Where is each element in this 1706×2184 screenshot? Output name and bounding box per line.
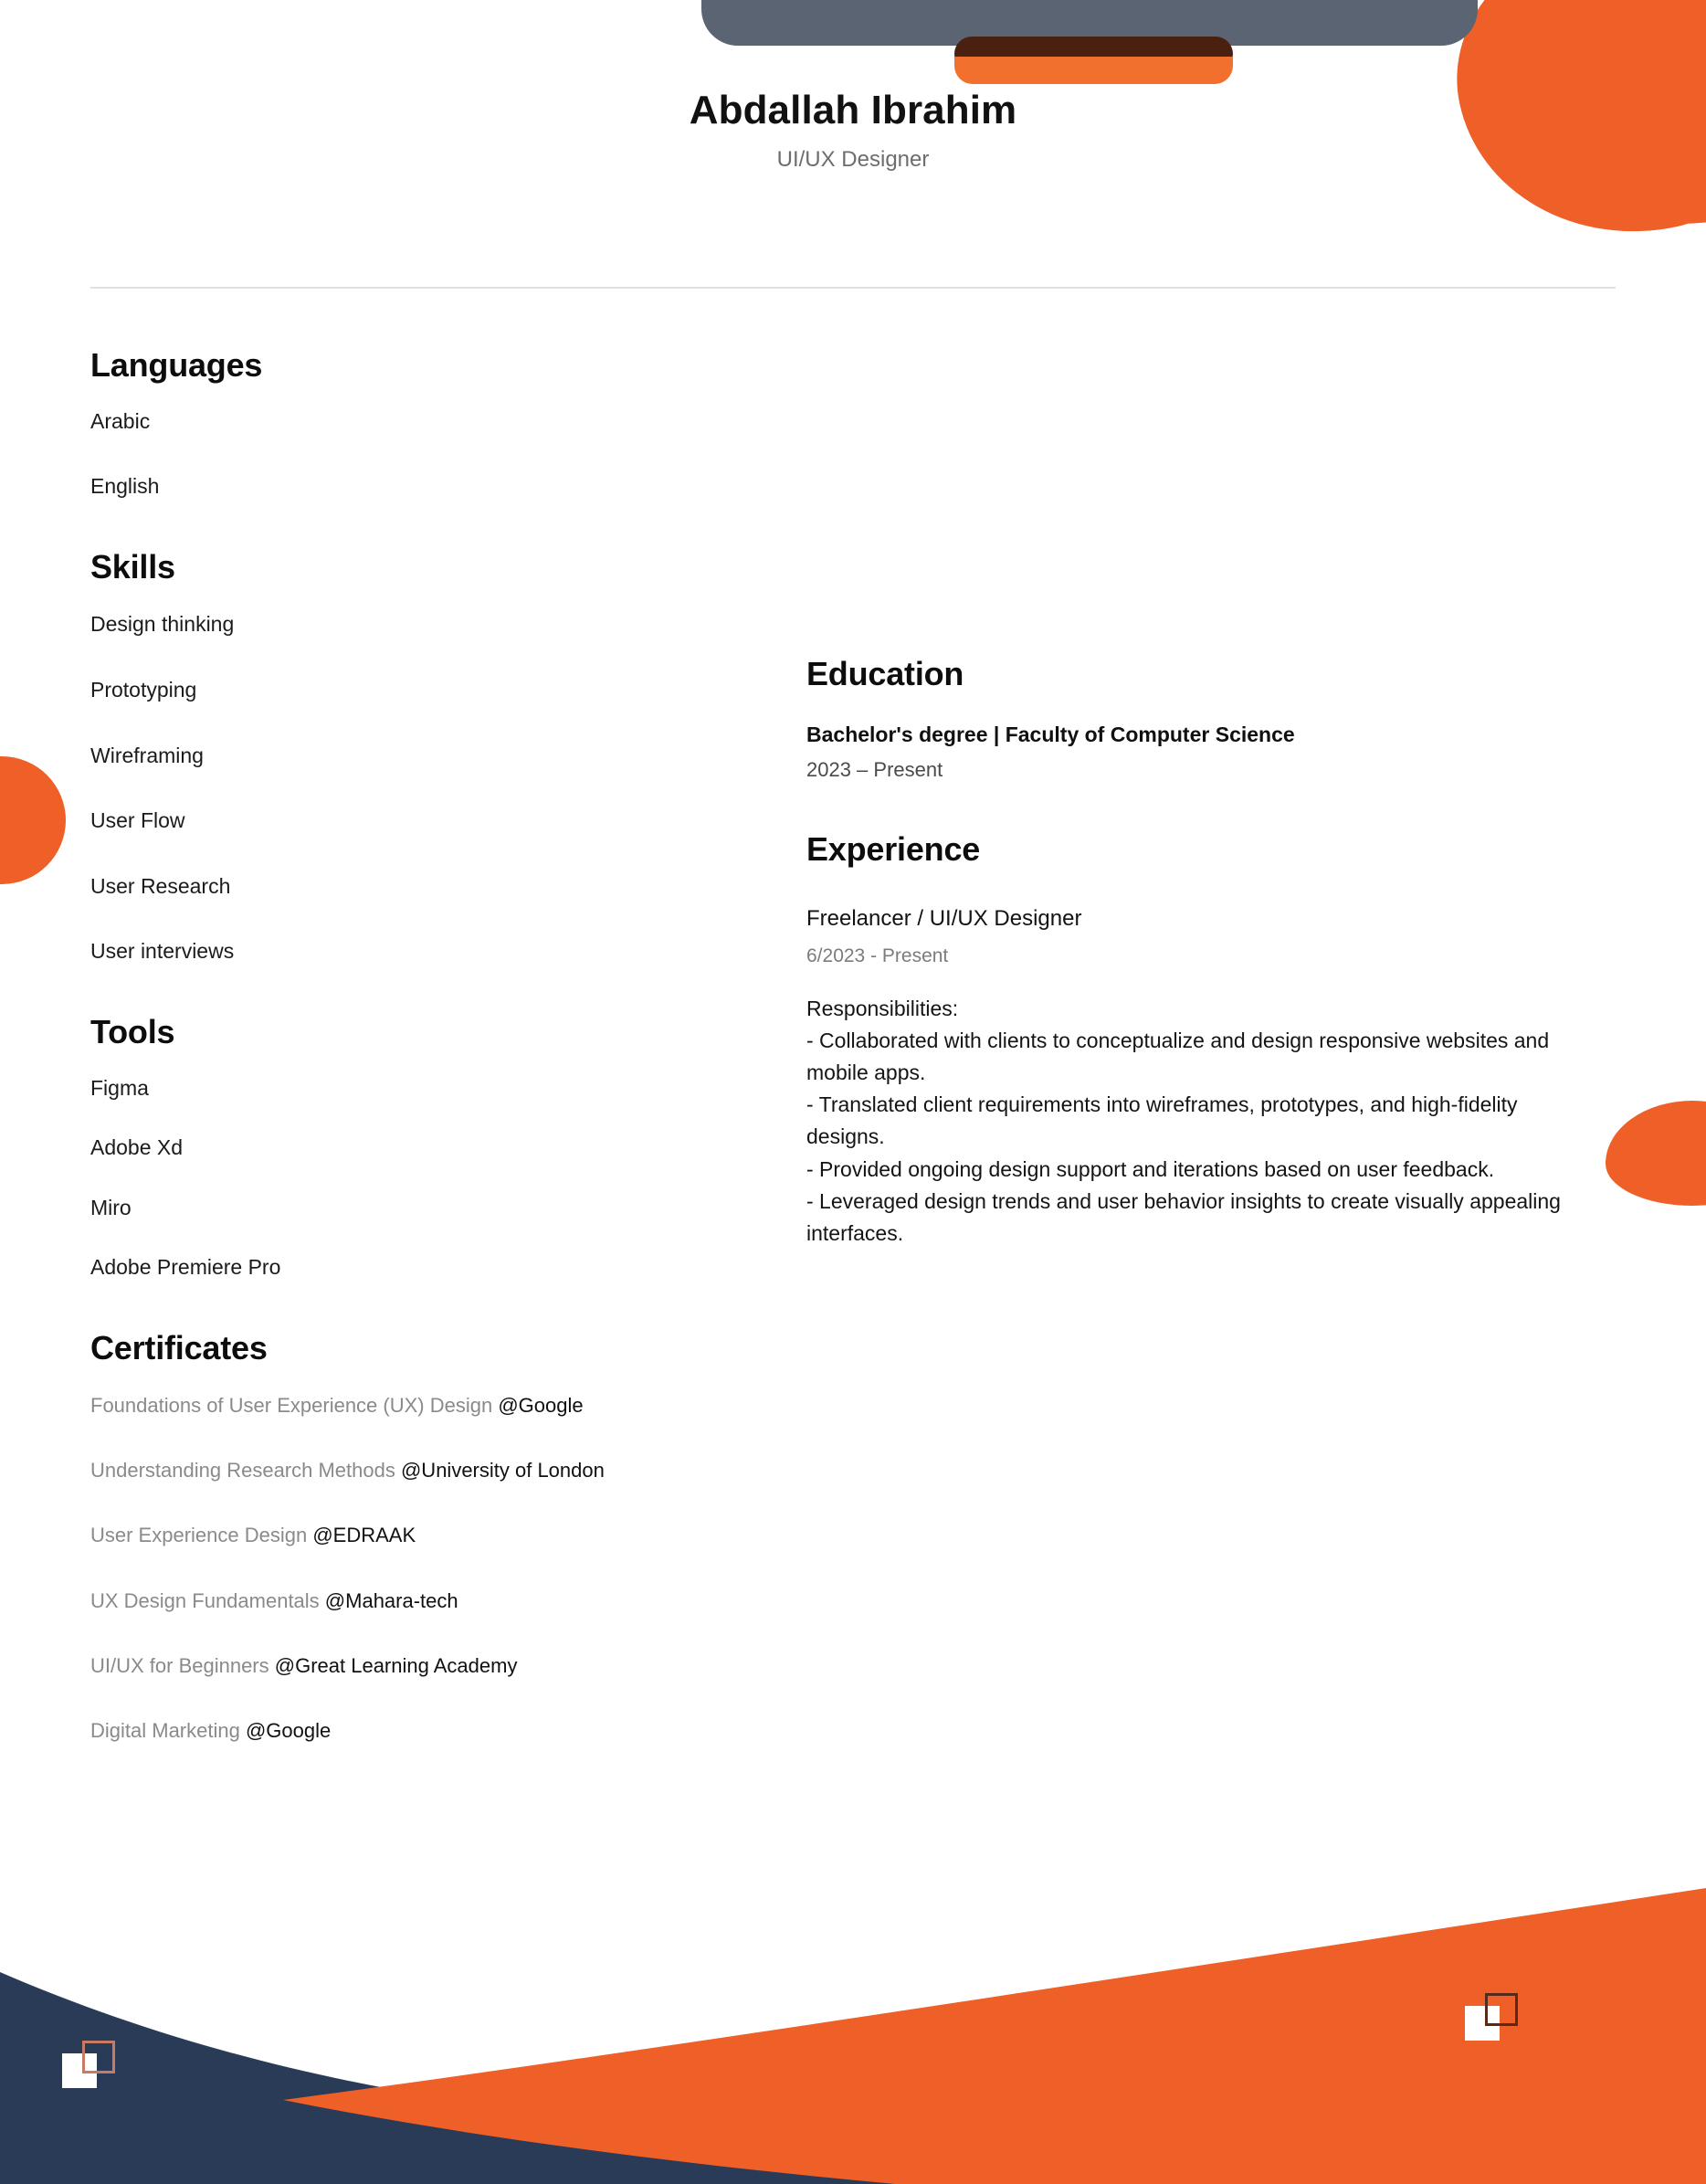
- resume-page: Abdallah Ibrahim UI/UX Designer Language…: [0, 0, 1706, 2184]
- candidate-name: Abdallah Ibrahim: [689, 88, 1017, 132]
- list-item: User Research: [90, 873, 231, 898]
- header-divider: [90, 287, 1616, 289]
- certificate-org: @EDRAAK: [312, 1524, 416, 1547]
- section-title-tools: Tools: [90, 1012, 175, 1050]
- section-title-education: Education: [806, 655, 964, 692]
- section-tools: Tools Figma Adobe Xd Miro Adobe Premiere…: [90, 1014, 785, 1281]
- candidate-role: UI/UX Designer: [776, 146, 930, 172]
- certificate-org: @University of London: [400, 1458, 605, 1482]
- list-item: Wireframing: [90, 743, 204, 767]
- experience-role: Freelancer / UI/UX Designer: [806, 905, 1082, 931]
- certificate-org: @Google: [498, 1393, 584, 1417]
- section-title-certificates: Certificates: [90, 1328, 268, 1366]
- list-item: User interviews: [90, 939, 235, 964]
- section-education: Education Bachelor's degree | Faculty of…: [806, 656, 1583, 782]
- list-item: Design thinking: [90, 612, 235, 637]
- education-dates: 2023 – Present: [806, 758, 943, 782]
- right-column: Education Bachelor's degree | Faculty of…: [806, 656, 1583, 1250]
- list-item: User Flow: [90, 808, 185, 833]
- certificate-org: @Mahara-tech: [324, 1588, 458, 1612]
- list-item: User Experience Design @EDRAAK: [90, 1524, 785, 1547]
- certificate-org: @Google: [245, 1719, 332, 1743]
- certificates-list: Foundations of User Experience (UX) Desi…: [90, 1394, 785, 1744]
- resume-header: Abdallah Ibrahim UI/UX Designer: [0, 88, 1706, 173]
- section-certificates: Certificates Foundations of User Experie…: [90, 1330, 785, 1744]
- section-title-experience: Experience: [806, 830, 981, 869]
- list-item: Foundations of User Experience (UX) Desi…: [90, 1394, 785, 1418]
- section-languages: Languages Arabic English: [90, 347, 785, 500]
- list-item: Adobe Premiere Pro: [90, 1255, 281, 1280]
- list-item: Digital Marketing @Google: [90, 1719, 785, 1743]
- section-title-languages: Languages: [90, 346, 263, 384]
- education-degree: Bachelor's degree | Faculty of Computer …: [806, 722, 1295, 746]
- certificate-name: Foundations of User Experience (UX) Desi…: [90, 1393, 499, 1417]
- list-item: Adobe Xd: [90, 1135, 184, 1160]
- experience-dates: 6/2023 - Present: [806, 944, 949, 966]
- tools-list: Figma Adobe Xd Miro Adobe Premiere Pro: [90, 1076, 785, 1281]
- skills-list: Design thinking Prototyping Wireframing …: [90, 612, 785, 965]
- experience-entry: Freelancer / UI/UX Designer 6/2023 - Pre…: [806, 906, 1583, 1250]
- list-item: Arabic: [90, 408, 151, 433]
- list-item: Miro: [90, 1195, 132, 1219]
- education-entry: Bachelor's degree | Faculty of Computer …: [806, 722, 1583, 783]
- section-skills: Skills Design thinking Prototyping Wiref…: [90, 549, 785, 965]
- languages-list: Arabic English: [90, 409, 785, 500]
- list-item: UX Design Fundamentals @Mahara-tech: [90, 1589, 785, 1613]
- certificate-name: User Experience Design: [90, 1524, 313, 1547]
- list-item: Prototyping: [90, 677, 197, 702]
- certificate-name: Digital Marketing: [90, 1719, 246, 1743]
- left-column: Languages Arabic English Skills Design t…: [90, 347, 785, 1744]
- certificate-org: @Great Learning Academy: [274, 1654, 518, 1678]
- experience-responsibilities: Responsibilities: - Collaborated with cl…: [806, 996, 1561, 1246]
- list-item: Figma: [90, 1075, 149, 1100]
- list-item: Understanding Research Methods @Universi…: [90, 1459, 785, 1482]
- list-item: English: [90, 474, 160, 499]
- certificate-name: UI/UX for Beginners: [90, 1654, 275, 1678]
- list-item: UI/UX for Beginners @Great Learning Acad…: [90, 1654, 785, 1678]
- certificate-name: UX Design Fundamentals: [90, 1588, 325, 1612]
- certificate-name: Understanding Research Methods: [90, 1458, 401, 1482]
- section-experience: Experience Freelancer / UI/UX Designer 6…: [806, 831, 1583, 1250]
- section-title-skills: Skills: [90, 547, 175, 586]
